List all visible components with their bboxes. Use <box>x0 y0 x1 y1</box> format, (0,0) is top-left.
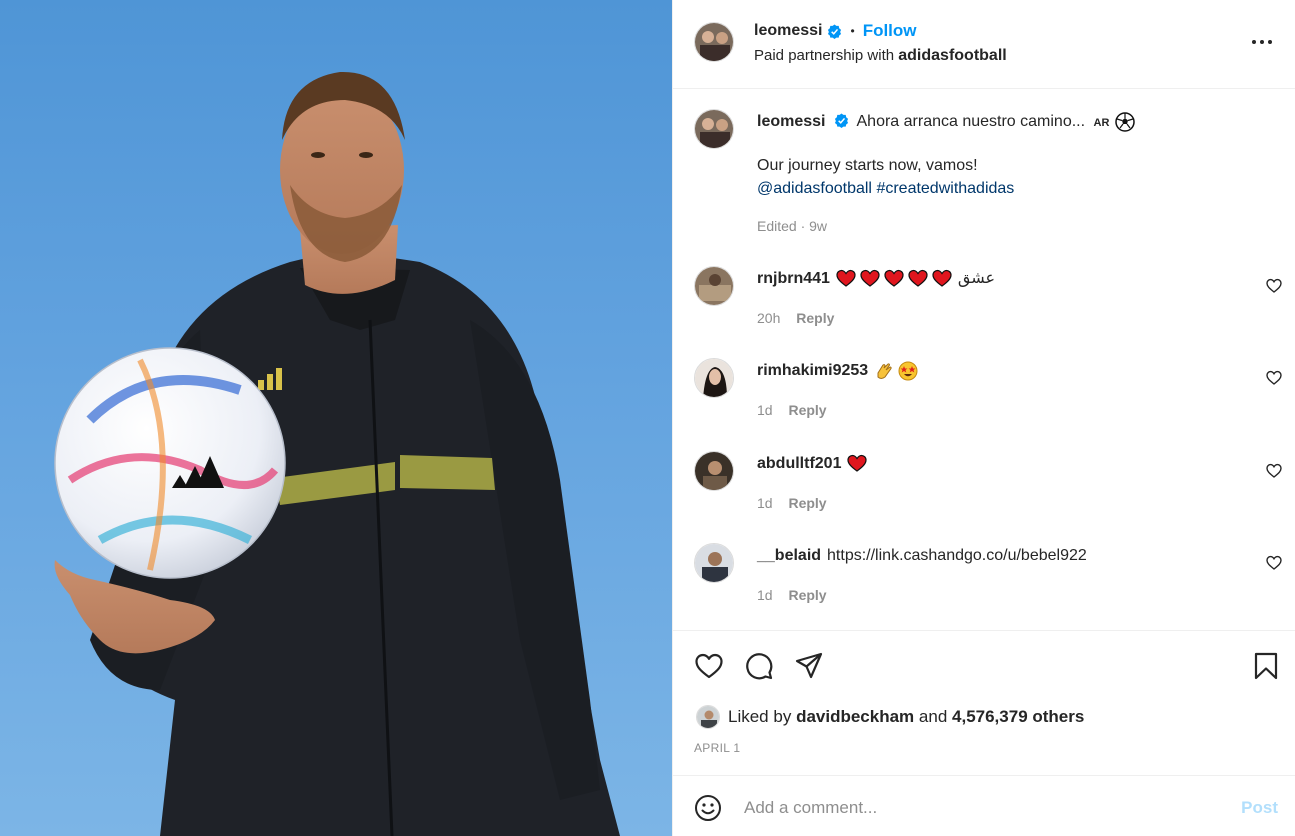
comment-text: عشق <box>957 270 996 287</box>
comment-time: 20h <box>757 310 781 326</box>
mention-link[interactable]: @adidasfootball <box>757 180 872 197</box>
liker-username[interactable]: davidbeckham <box>796 707 914 727</box>
comment-time: 1d <box>757 402 773 418</box>
reply-button[interactable]: Reply <box>788 402 826 418</box>
post-actions: Liked by davidbeckham and 4,576,379 othe… <box>673 630 1295 775</box>
more-options-icon[interactable] <box>1250 34 1274 50</box>
post-button[interactable]: Post <box>1241 798 1278 818</box>
comment-username[interactable]: __belaid <box>757 545 821 567</box>
emoji-icon[interactable] <box>694 794 722 822</box>
comment-item: abdulltf201 1d Reply <box>673 451 1295 543</box>
comment-line: rimhakimi9253 <box>757 360 922 382</box>
comment-line: rnjbrn441 عشق <box>757 268 995 290</box>
follow-button[interactable]: Follow <box>863 21 917 41</box>
caption-line: leomessi Ahora arranca nuestro camino...… <box>757 110 1257 135</box>
comment-item: rnjbrn441 عشق 20h Reply <box>673 266 1295 358</box>
reply-button[interactable]: Reply <box>788 495 826 511</box>
comments-section[interactable]: leomessi Ahora arranca nuestro camino...… <box>673 90 1295 630</box>
like-comment-icon[interactable] <box>1266 278 1282 294</box>
clapping-hands-icon <box>877 363 892 379</box>
likes-and: and <box>918 707 948 726</box>
like-comment-icon[interactable] <box>1266 555 1282 571</box>
post-photo <box>54 71 620 836</box>
comment-link[interactable]: https://link.cashandgo.co/u/bebel922 <box>827 545 1087 567</box>
comment-meta: 1d Reply <box>757 587 827 603</box>
caption-tags: @adidasfootball #createdwithadidas <box>757 177 1014 200</box>
comment-line: __belaid https://link.cashandgo.co/u/beb… <box>757 545 1087 567</box>
comment-item: __belaid https://link.cashandgo.co/u/beb… <box>673 543 1295 630</box>
post-date: APRIL 1 <box>694 741 741 755</box>
comment-line: abdulltf201 <box>757 453 871 475</box>
comment-meta: 20h Reply <box>757 310 834 326</box>
verified-badge-icon <box>828 23 842 39</box>
caption-username[interactable]: leomessi <box>757 113 825 130</box>
separator-dot: • <box>850 24 855 38</box>
red-heart-icon <box>847 454 868 472</box>
share-icon[interactable] <box>794 651 824 681</box>
red-heart-icon <box>836 269 856 287</box>
save-icon[interactable] <box>1251 651 1281 681</box>
like-comment-icon[interactable] <box>1266 370 1282 386</box>
red-heart-icon <box>884 269 904 287</box>
partner-link[interactable]: adidasfootball <box>898 47 1006 64</box>
comment-username[interactable]: rnjbrn441 <box>757 268 830 290</box>
caption-author-avatar[interactable] <box>694 109 734 149</box>
author-avatar[interactable] <box>694 22 734 62</box>
post-media[interactable] <box>0 0 672 836</box>
comment-time: 1d <box>757 495 773 511</box>
commenter-avatar[interactable] <box>694 543 734 583</box>
caption-english: Our journey starts now, vamos! <box>757 157 978 174</box>
comment-icon[interactable] <box>744 651 774 681</box>
red-heart-icon <box>908 269 928 287</box>
comment-username[interactable]: abdulltf201 <box>757 453 841 475</box>
likes-summary: Liked by davidbeckham and 4,576,379 othe… <box>696 705 1084 729</box>
red-heart-icon <box>860 269 880 287</box>
author-username[interactable]: leomessi <box>754 22 822 40</box>
commenter-avatar[interactable] <box>694 266 734 306</box>
paid-partnership-prefix: Paid partnership with <box>754 47 895 64</box>
commenter-avatar[interactable] <box>694 358 734 398</box>
verified-badge-icon <box>834 113 848 128</box>
comment-time: 1d <box>757 587 773 603</box>
reply-button[interactable]: Reply <box>788 587 826 603</box>
post-header: leomessi • Follow Paid partnership with … <box>673 0 1295 89</box>
likes-count[interactable]: 4,576,379 others <box>952 707 1084 727</box>
paid-partnership-label: Paid partnership with adidasfootball <box>754 47 1007 65</box>
comment-username[interactable]: rimhakimi9253 <box>757 360 868 382</box>
caption-meta: Edited · 9w <box>757 218 828 234</box>
like-comment-icon[interactable] <box>1266 463 1282 479</box>
commenter-avatar[interactable] <box>694 451 734 491</box>
red-heart-icon <box>932 269 952 287</box>
comment-input[interactable] <box>744 794 1214 822</box>
comment-meta: 1d Reply <box>757 402 827 418</box>
add-comment-bar: Post <box>673 775 1295 836</box>
comment-item: rimhakimi9253 1d Reply <box>673 358 1295 450</box>
flag-label: AR <box>1093 117 1110 129</box>
soccer-ball-icon <box>1115 112 1135 132</box>
hashtag-link[interactable]: #createdwithadidas <box>876 180 1014 197</box>
like-icon[interactable] <box>694 651 724 681</box>
likes-prefix: Liked by <box>728 707 792 726</box>
author-line: leomessi • Follow <box>754 20 917 42</box>
star-struck-icon <box>898 361 918 381</box>
post-details-panel: leomessi • Follow Paid partnership with … <box>672 0 1295 836</box>
comment-meta: 1d Reply <box>757 495 827 511</box>
reply-button[interactable]: Reply <box>796 310 834 326</box>
caption-text: Ahora arranca nuestro camino... <box>856 113 1086 130</box>
liker-avatar[interactable] <box>696 705 720 729</box>
